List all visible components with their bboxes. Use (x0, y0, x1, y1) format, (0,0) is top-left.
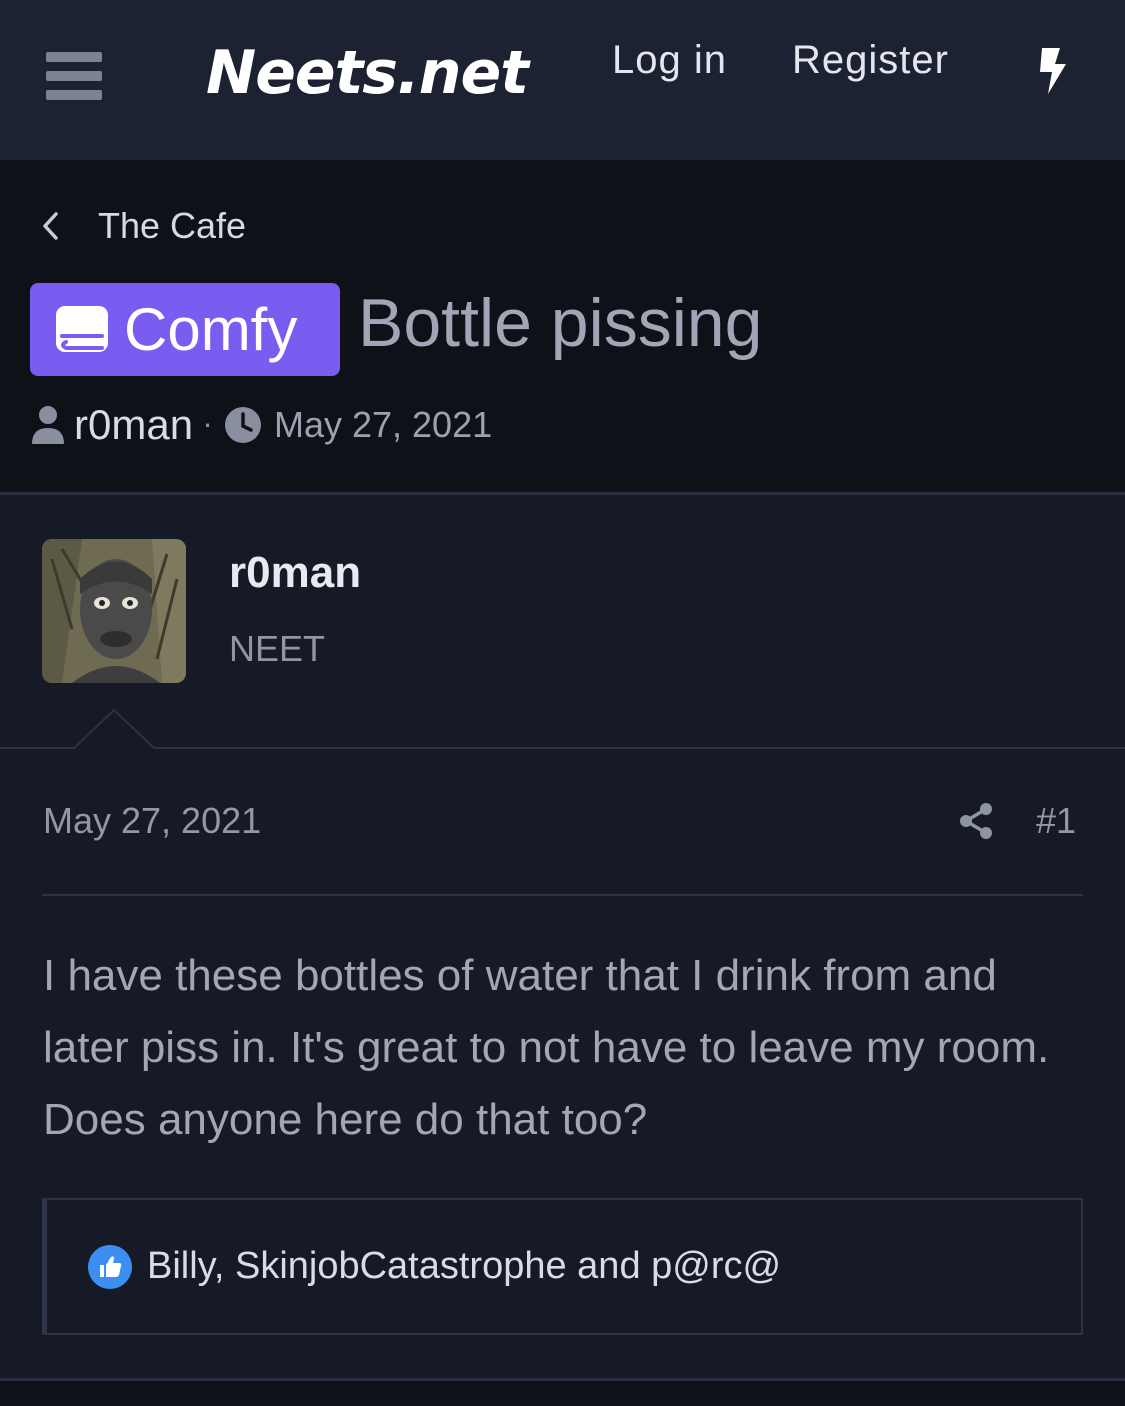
reactions-bar[interactable]: Billy, SkinjobCatastrophe and p@rc@ (42, 1198, 1083, 1335)
breadcrumb[interactable]: The Cafe (40, 204, 246, 248)
thread-prefix-label: Comfy (124, 296, 298, 363)
thread-start-date[interactable]: May 27, 2021 (274, 404, 492, 446)
meta-separator: · (203, 408, 212, 442)
top-navigation-bar: Neets.net Log in Register (0, 0, 1125, 160)
breadcrumb-label: The Cafe (98, 205, 247, 246)
thread-prefix-badge[interactable]: Comfy (30, 283, 340, 376)
reaction-users-list: Billy, SkinjobCatastrophe and p@rc@ (147, 1245, 782, 1287)
section-divider (0, 492, 1125, 495)
hamburger-menu-icon[interactable] (46, 52, 102, 100)
post-body-text: I have these bottles of water that I dri… (43, 951, 1050, 1144)
site-logo[interactable]: Neets.net (206, 38, 529, 108)
post-username-link[interactable]: r0man (229, 548, 361, 598)
user-icon (32, 406, 64, 444)
share-icon[interactable] (958, 802, 994, 840)
post-user-title: NEET (229, 628, 326, 669)
lightning-bolt-icon[interactable] (1034, 46, 1074, 96)
thread-author-link[interactable]: r0man (74, 401, 193, 449)
thread-title: Bottle pissing (358, 285, 763, 361)
user-block-arrow (0, 708, 1125, 749)
post-number-link[interactable]: #1 (1036, 800, 1076, 842)
register-link[interactable]: Register (792, 38, 949, 83)
like-thumbs-up-icon (88, 1244, 132, 1289)
post-date-link[interactable]: May 27, 2021 (43, 800, 261, 842)
avatar-image (42, 539, 186, 683)
chevron-left-icon (43, 212, 58, 240)
thread-meta: r0man · May 27, 2021 (30, 400, 492, 450)
post-divider (42, 894, 1083, 896)
avatar[interactable] (42, 539, 186, 683)
login-link[interactable]: Log in (612, 38, 727, 83)
clock-icon (224, 407, 261, 443)
next-section-band (0, 1378, 1125, 1406)
book-icon (56, 305, 108, 352)
